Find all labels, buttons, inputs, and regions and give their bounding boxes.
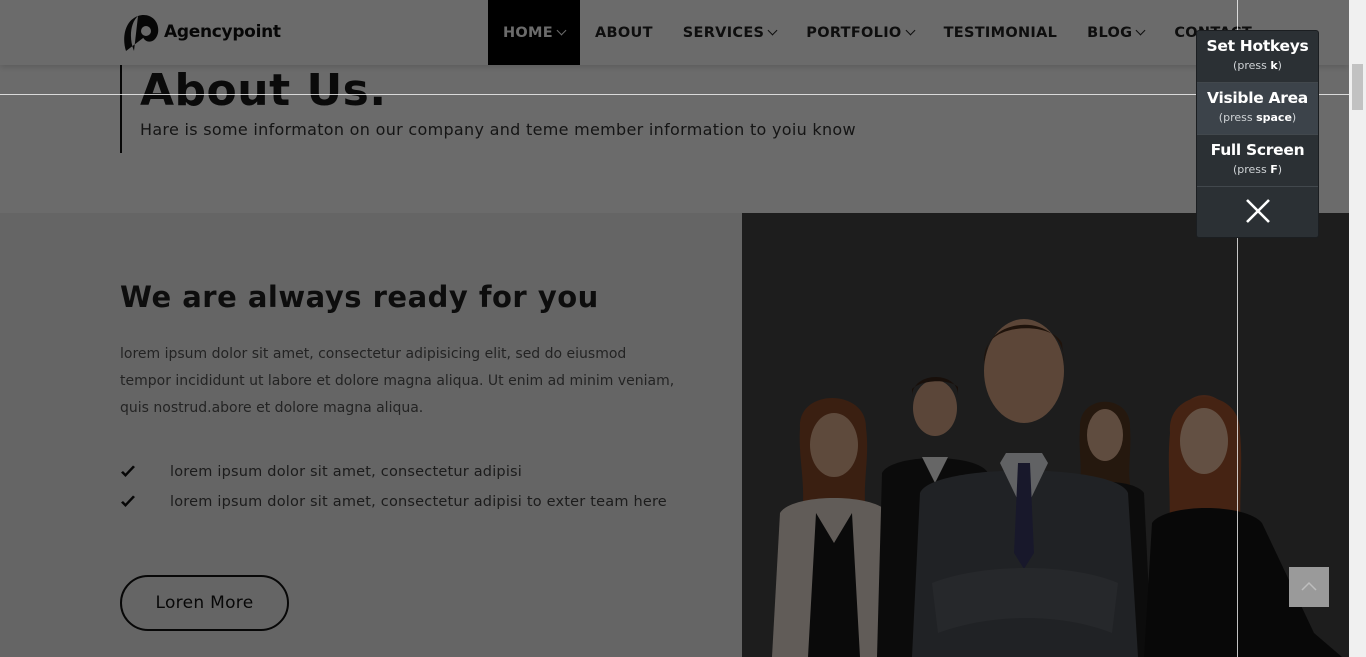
logo[interactable]: Agencypoint xyxy=(120,11,281,53)
set-hotkeys-hint: (press k) xyxy=(1197,59,1318,72)
nav-about[interactable]: ABOUT xyxy=(580,0,668,65)
check-list: lorem ipsum dolor sit amet, consectetur … xyxy=(120,457,667,517)
team-photo xyxy=(742,213,1349,657)
nav-home[interactable]: HOME xyxy=(488,0,580,65)
set-hotkeys-label: Set Hotkeys xyxy=(1206,37,1309,55)
section-title: We are always ready for you xyxy=(120,280,599,314)
about-section: We are always ready for you lorem ipsum … xyxy=(0,213,742,657)
close-icon xyxy=(1244,197,1272,230)
list-item-text: lorem ipsum dolor sit amet, consectetur … xyxy=(170,464,523,480)
nav-services-label: SERVICES xyxy=(682,24,765,41)
guide-line-horizontal xyxy=(0,94,1349,95)
hint-prefix: (press xyxy=(1233,59,1271,72)
chevron-up-icon xyxy=(1301,578,1317,596)
full-screen-hint: (press F) xyxy=(1197,163,1318,176)
list-item: lorem ipsum dolor sit amet, consectetur … xyxy=(120,487,667,517)
logo-mark-icon xyxy=(120,11,162,53)
hint-prefix: (press xyxy=(1218,111,1257,124)
nav-portfolio[interactable]: PORTFOLIO xyxy=(791,0,928,65)
web-page: Agencypoint HOME ABOUT SERVICES PORTFOLI… xyxy=(0,0,1349,657)
hint-key: F xyxy=(1270,163,1278,176)
close-button[interactable] xyxy=(1197,187,1318,239)
nav-portfolio-label: PORTFOLIO xyxy=(806,24,902,41)
nav-testimonial[interactable]: TESTIMONIAL xyxy=(929,0,1073,65)
learn-more-button[interactable]: Loren More xyxy=(120,575,289,631)
chevron-down-icon xyxy=(767,25,778,35)
full-screen-label: Full Screen xyxy=(1210,141,1305,159)
visible-area-button[interactable]: Visible Area (press space) xyxy=(1197,83,1318,135)
nav-about-label: ABOUT xyxy=(595,24,653,41)
hint-key: k xyxy=(1270,59,1278,72)
check-icon xyxy=(120,464,136,480)
brand-name: Agencypoint xyxy=(164,22,281,42)
navbar: Agencypoint HOME ABOUT SERVICES PORTFOLI… xyxy=(0,0,1349,65)
nav-home-label: HOME xyxy=(503,24,553,41)
list-item: lorem ipsum dolor sit amet, consectetur … xyxy=(120,457,667,487)
nav-blog-label: BLOG xyxy=(1087,24,1133,41)
nav-services[interactable]: SERVICES xyxy=(668,0,792,65)
nav-blog[interactable]: BLOG xyxy=(1072,0,1159,65)
scrollbar-thumb[interactable] xyxy=(1352,64,1363,110)
section-paragraph: lorem ipsum dolor sit amet, consectetur … xyxy=(120,346,675,416)
hint-suffix: ) xyxy=(1291,111,1297,124)
hint-suffix: ) xyxy=(1277,163,1283,176)
screenshot-hotkeys-panel: Set Hotkeys (press k) Visible Area (pres… xyxy=(1196,30,1319,238)
hint-suffix: ) xyxy=(1277,59,1282,72)
set-hotkeys-button[interactable]: Set Hotkeys (press k) xyxy=(1197,31,1318,83)
check-icon xyxy=(120,494,136,510)
about-header: About Us. Hare is some informaton on our… xyxy=(120,65,856,153)
list-item-text: lorem ipsum dolor sit amet, consectetur … xyxy=(170,494,667,510)
page-subtitle: Hare is some informaton on our company a… xyxy=(140,120,856,139)
main-nav: HOME ABOUT SERVICES PORTFOLIO TESTIMONIA… xyxy=(488,0,1267,65)
visible-area-label: Visible Area xyxy=(1207,89,1308,107)
hint-prefix: (press xyxy=(1232,163,1271,176)
page-title: About Us. xyxy=(140,65,387,116)
chevron-down-icon xyxy=(905,25,916,35)
hint-key: space xyxy=(1256,111,1292,124)
back-to-top-button[interactable] xyxy=(1289,567,1329,607)
full-screen-button[interactable]: Full Screen (press F) xyxy=(1197,135,1318,187)
scrollbar[interactable] xyxy=(1349,0,1366,657)
chevron-down-icon xyxy=(556,25,567,35)
nav-testimonial-label: TESTIMONIAL xyxy=(943,24,1058,41)
chevron-down-icon xyxy=(1135,25,1146,35)
visible-area-hint: (press space) xyxy=(1197,111,1318,124)
